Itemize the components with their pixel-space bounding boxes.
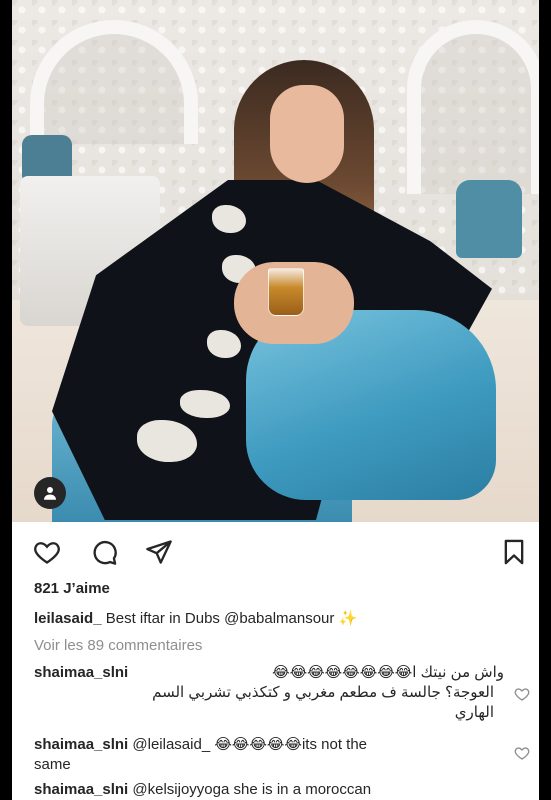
comment-item: shaimaa_slni @kelsijoyyoga she is in a m… xyxy=(34,780,504,800)
post-photo[interactable] xyxy=(12,0,539,522)
comment-text: @kelsijoyyoga she is in a moroccan xyxy=(132,781,372,798)
robe-embroidery xyxy=(207,330,241,358)
comment-like-button[interactable] xyxy=(514,745,532,763)
arch-right xyxy=(407,20,539,194)
comment-like-button[interactable] xyxy=(514,686,532,704)
comment-text: @leilasaid_ 😂😂😂😂😂its not the xyxy=(132,736,367,753)
heart-icon xyxy=(514,747,530,760)
post-action-bar xyxy=(12,535,539,569)
instagram-post: 821 J’aime leilasaid_ Best iftar in Dubs… xyxy=(12,0,539,800)
comment-text-line: same xyxy=(34,756,71,773)
tea-glass xyxy=(268,268,304,316)
caption-username[interactable]: leilasaid_ xyxy=(34,610,102,627)
share-button[interactable] xyxy=(144,537,174,567)
person-tag-icon xyxy=(44,487,56,500)
save-button[interactable] xyxy=(499,537,529,567)
comment-text-line: الهاري xyxy=(454,704,494,721)
woman-face xyxy=(270,85,344,183)
caption-text: Best iftar in Dubs @babalmansour xyxy=(105,610,335,627)
comment-item: shaimaa_slni @leilasaid_ 😂😂😂😂😂its not th… xyxy=(34,735,504,775)
comment-bubble-icon xyxy=(93,541,117,565)
comment-username[interactable]: shaimaa_slni xyxy=(34,781,128,798)
like-count[interactable]: 821 J’aime xyxy=(34,580,110,597)
view-all-comments-link[interactable]: Voir les 89 commentaires xyxy=(34,637,202,654)
comment-text-line: العوجة؟ جالسة ف مطعم مغربي و كتكذبي تشرب… xyxy=(152,684,494,701)
background-chair xyxy=(456,180,522,258)
bookmark-icon xyxy=(504,539,524,565)
like-button[interactable] xyxy=(32,537,62,567)
comment-button[interactable] xyxy=(89,537,119,567)
comment-item: shaimaa_slni واش من نيتك ا😂😂😂😂😂😂😂😂 العوج… xyxy=(34,663,504,723)
sparkle-emoji: ✨ xyxy=(338,610,358,627)
background-chair xyxy=(22,135,72,180)
comment-text: واش من نيتك ا😂😂😂😂😂😂😂😂 xyxy=(272,664,504,681)
user-tag-button[interactable] xyxy=(34,477,66,509)
post-caption: leilasaid_ Best iftar in Dubs @babalmans… xyxy=(34,609,357,627)
robe-embroidery xyxy=(212,205,246,233)
comment-username[interactable]: shaimaa_slni xyxy=(34,736,128,753)
heart-icon xyxy=(514,688,530,701)
heart-icon xyxy=(34,542,60,564)
paper-plane-icon xyxy=(146,540,172,564)
comment-username[interactable]: shaimaa_slni xyxy=(34,664,128,681)
